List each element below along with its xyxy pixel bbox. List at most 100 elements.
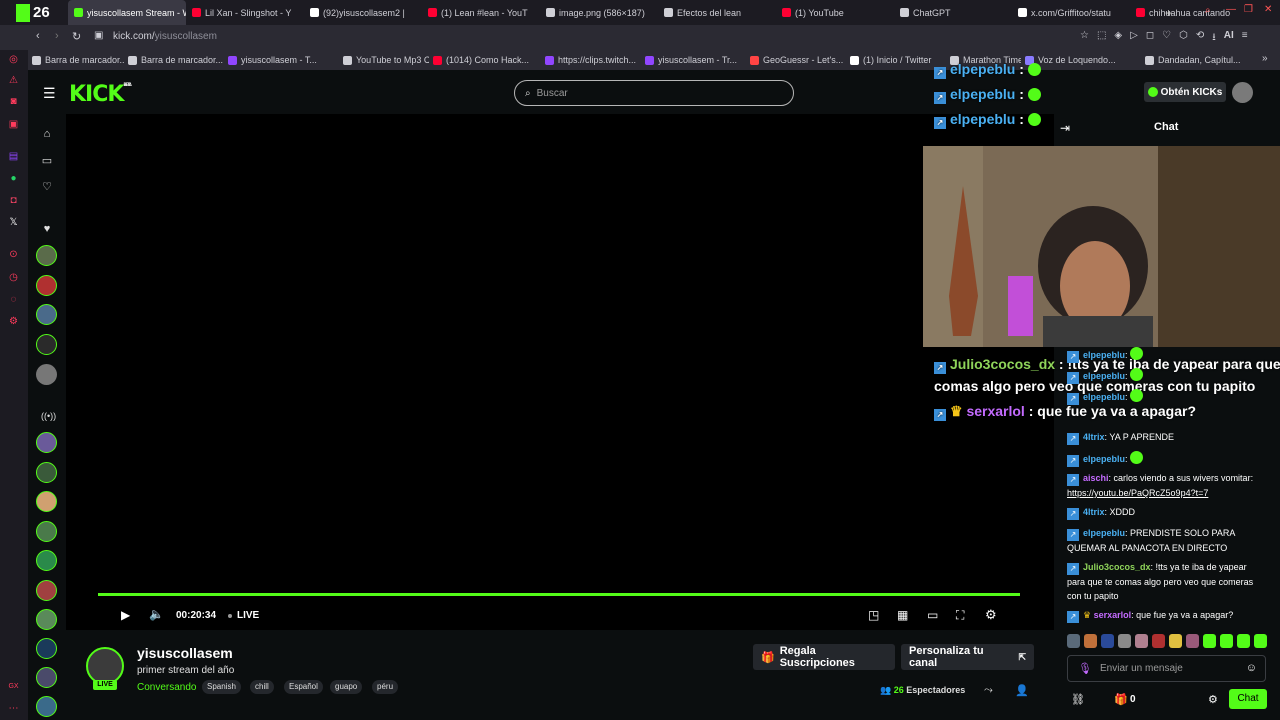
emote-icon[interactable] xyxy=(1067,634,1080,648)
bookmark-item[interactable]: https://clips.twitch... xyxy=(541,55,641,65)
chat-username[interactable]: 4ltrix xyxy=(1083,432,1105,442)
security-icon[interactable]: ▣ xyxy=(94,30,103,41)
chat-settings-icon[interactable]: ⚙ xyxy=(1208,693,1218,706)
channel-name[interactable]: yisuscollasem xyxy=(137,645,233,661)
followed-channel-avatar[interactable] xyxy=(36,364,57,385)
volume-icon[interactable]: 🔈 xyxy=(149,607,164,621)
browser-tab[interactable]: Efectos del lean xyxy=(658,0,776,25)
maximize-icon[interactable]: ❐ xyxy=(1244,4,1253,15)
chat-username[interactable]: elpepeblu xyxy=(1083,454,1125,464)
followed-channel-avatar[interactable] xyxy=(36,304,57,325)
chat-username[interactable]: elpepeblu xyxy=(1083,350,1125,360)
bookmark-item[interactable]: Barra de marcador... xyxy=(124,55,224,65)
sidebar-ext-icon[interactable]: ▣ xyxy=(7,118,20,131)
bookmark-item[interactable]: YouTube to Mp3 C... xyxy=(339,55,429,65)
emoji-icon[interactable]: ☺ xyxy=(1246,662,1257,674)
sidebar-ext-icon[interactable]: ◎ xyxy=(7,53,20,66)
pip-icon[interactable]: ◳ xyxy=(868,608,879,622)
history-icon[interactable]: ◷ xyxy=(7,271,20,284)
following-heart-icon[interactable]: ♡ xyxy=(41,181,53,193)
send-chat-button[interactable]: Chat xyxy=(1229,689,1267,709)
followed-channel-avatar[interactable] xyxy=(36,275,57,296)
followed-channel-avatar[interactable] xyxy=(36,491,57,512)
get-kicks-button[interactable]: Obtén KICKs xyxy=(1144,82,1226,102)
kick-logo[interactable]: KICKBETA xyxy=(69,82,132,107)
emote-icon[interactable] xyxy=(1237,634,1250,648)
emote-icon[interactable] xyxy=(1254,634,1267,648)
bookmark-item[interactable]: yisuscollasem - T... xyxy=(224,55,339,65)
search-icon[interactable]: ⌕ xyxy=(1205,5,1211,16)
instagram-icon[interactable]: ◘ xyxy=(7,194,20,207)
browser-tab[interactable]: x.com/Griffitoo/statu xyxy=(1012,0,1130,25)
browser-tab[interactable]: Lil Xan - Slingshot - Y xyxy=(186,0,304,25)
share-icon[interactable]: ⤳ xyxy=(984,684,993,697)
followed-channel-avatar[interactable] xyxy=(36,580,57,601)
browser-tab[interactable]: ChatGPT xyxy=(894,0,1012,25)
sidebar-ext-icon[interactable]: ◙ xyxy=(7,95,20,108)
mod-tools-icon[interactable]: ⛓ xyxy=(1071,693,1085,706)
hamburger-menu-icon[interactable]: ☰ xyxy=(43,85,56,102)
gift-subscriptions-button[interactable]: 🎁 Regala Suscripciones xyxy=(753,644,895,670)
stream-tag[interactable]: péru xyxy=(372,680,399,694)
chat-message-input[interactable]: 🎙 Enviar un mensaje ☺ xyxy=(1067,655,1266,682)
emote-icon[interactable] xyxy=(1152,634,1165,648)
search-input[interactable]: ⌕ Buscar xyxy=(514,80,794,106)
theater-mode-icon[interactable]: ▭ xyxy=(927,608,938,622)
settings-gear-icon[interactable]: ⚙ xyxy=(985,607,997,623)
sidebar-ext-icon[interactable]: ⊙ xyxy=(7,248,20,261)
chat-username[interactable]: elpepeblu xyxy=(1083,528,1125,538)
emote-icon[interactable] xyxy=(1084,634,1097,648)
bookmark-item[interactable]: Barra de marcador... xyxy=(28,55,124,65)
progress-bar[interactable] xyxy=(98,593,1020,596)
sidebar-ext-icon[interactable]: ◌ xyxy=(7,293,20,306)
stream-tag[interactable]: Español xyxy=(284,680,323,694)
browser-tab[interactable]: (92)yisuscollasem2 | xyxy=(304,0,422,25)
bookmark-item[interactable]: yisuscollasem - Tr... xyxy=(641,55,746,65)
new-tab-button[interactable]: + xyxy=(1165,6,1172,20)
play-button[interactable]: ▶ xyxy=(121,608,130,622)
followed-channel-avatar[interactable] xyxy=(36,432,57,453)
sidebar-ext-icon[interactable]: GX xyxy=(7,680,20,693)
bookmark-item[interactable]: GeoGuessr - Let's... xyxy=(746,55,846,65)
forward-icon[interactable]: › xyxy=(55,30,59,42)
browser-tab[interactable]: yisuscollasem Stream - W xyxy=(68,0,186,25)
emote-icon[interactable] xyxy=(1203,634,1216,648)
x-icon[interactable]: 𝕏 xyxy=(7,216,20,229)
followed-channel-avatar[interactable] xyxy=(36,245,57,266)
bookmarks-overflow-icon[interactable]: » xyxy=(1262,53,1268,64)
chat-username[interactable]: elpepeblu xyxy=(1083,371,1125,381)
sync-icon[interactable]: ⟲ xyxy=(1196,30,1204,47)
stream-tag[interactable]: Spanish xyxy=(202,680,241,694)
followed-channel-avatar[interactable] xyxy=(36,334,57,355)
stream-tag[interactable]: guapo xyxy=(330,680,363,694)
chat-username[interactable]: Julio3cocos_dx xyxy=(1083,562,1151,572)
back-icon[interactable]: ‹ xyxy=(36,30,40,42)
gift-chat-icon[interactable]: 🎁 xyxy=(1114,693,1128,706)
minimize-icon[interactable]: — xyxy=(1226,4,1236,15)
screenshot-icon[interactable]: ⬚ xyxy=(1097,30,1106,47)
puzzle-icon[interactable]: ⬡ xyxy=(1179,30,1188,47)
browser-tab[interactable]: (1) YouTube xyxy=(776,0,894,25)
shield-icon[interactable]: ◈ xyxy=(1114,30,1122,47)
followed-channel-avatar[interactable] xyxy=(36,696,57,717)
sidebar-ext-icon[interactable]: ⚠ xyxy=(7,74,20,87)
ai-button[interactable]: AI xyxy=(1224,30,1234,47)
emote-icon[interactable] xyxy=(1101,634,1114,648)
emote-icon[interactable] xyxy=(1186,634,1199,648)
pocket-icon[interactable]: ◻ xyxy=(1146,30,1154,47)
settings-icon[interactable]: ⚙ xyxy=(7,315,20,328)
bookmark-item[interactable]: (1014) Como Hack... xyxy=(429,55,541,65)
play-icon[interactable]: ▷ xyxy=(1130,30,1138,47)
user-avatar[interactable] xyxy=(1232,82,1253,103)
video-player[interactable] xyxy=(66,114,1054,630)
follow-icon[interactable]: 👤 xyxy=(1015,684,1029,697)
download-icon[interactable]: ⭳ xyxy=(1212,30,1216,47)
chat-username[interactable]: elpepeblu xyxy=(1083,392,1125,402)
emote-icon[interactable] xyxy=(1220,634,1233,648)
emote-icon[interactable] xyxy=(1118,634,1131,648)
emote-icon[interactable] xyxy=(1169,634,1182,648)
customize-channel-button[interactable]: Personaliza tu canal ⇱ xyxy=(901,644,1034,670)
home-icon[interactable]: ⌂ xyxy=(41,128,53,140)
bookmark-item[interactable]: Dandadan, Capítul... xyxy=(1141,55,1251,65)
stream-category[interactable]: Conversando xyxy=(137,682,196,693)
